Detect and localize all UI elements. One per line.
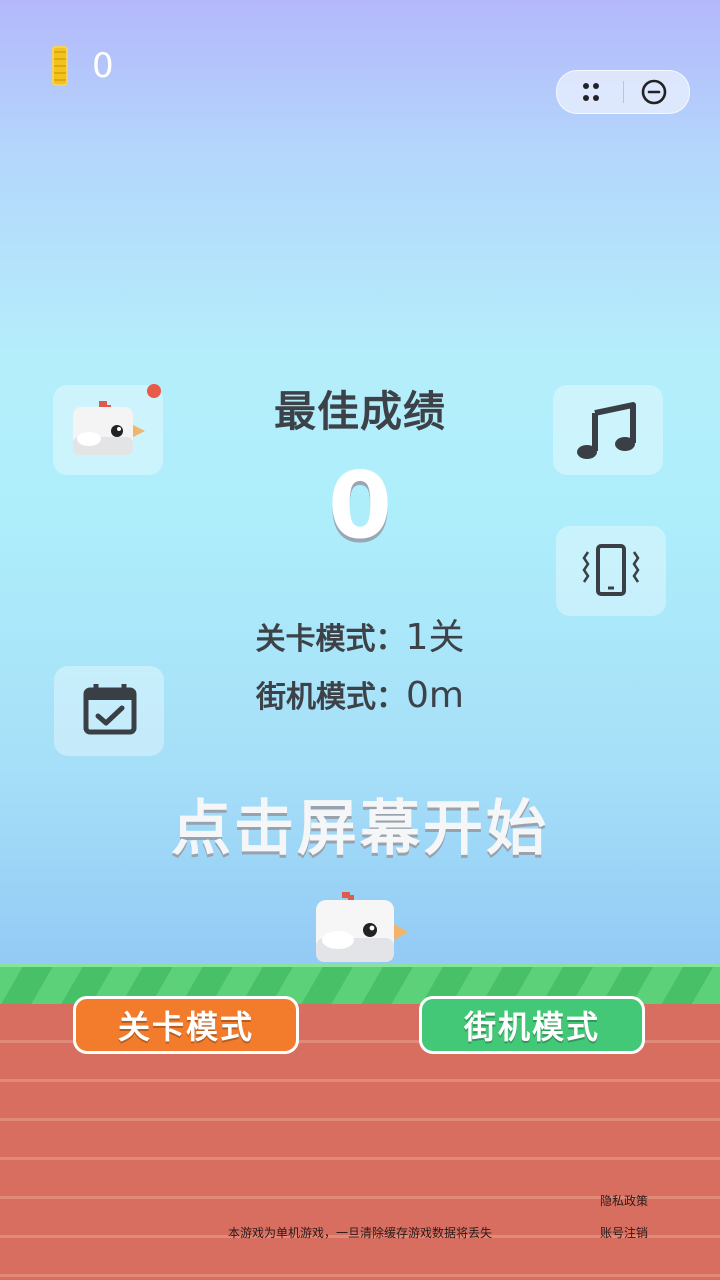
privacy-policy-link[interactable]: 隐私政策 xyxy=(600,1192,648,1209)
arcade-mode-record-label: 街机模式： xyxy=(256,680,406,715)
mini-program-capsule xyxy=(556,70,690,114)
account-deletion-link[interactable]: 账号注销 xyxy=(600,1224,648,1241)
best-score-value: 0 xyxy=(327,452,392,559)
minimize-circle-icon[interactable] xyxy=(639,77,669,107)
level-mode-button[interactable]: 关卡模式 xyxy=(73,996,299,1054)
more-dots-icon[interactable] xyxy=(577,79,605,105)
arcade-mode-record: 街机模式：0m xyxy=(0,672,720,716)
tap-to-start-hint[interactable]: 点击屏幕开始 xyxy=(0,780,720,867)
coin-count: 0 xyxy=(92,46,114,86)
arcade-mode-record-value: 0m xyxy=(406,675,464,716)
chicken-player-icon xyxy=(316,892,408,962)
coin-stack-icon xyxy=(52,46,68,86)
level-mode-record: 关卡模式：1关 xyxy=(0,608,720,660)
arcade-mode-button[interactable]: 街机模式 xyxy=(419,996,645,1054)
level-mode-record-value: 1关 xyxy=(405,617,465,658)
best-score-label: 最佳成绩 xyxy=(273,387,446,436)
level-mode-record-label: 关卡模式： xyxy=(255,622,406,657)
capsule-divider xyxy=(623,81,624,103)
